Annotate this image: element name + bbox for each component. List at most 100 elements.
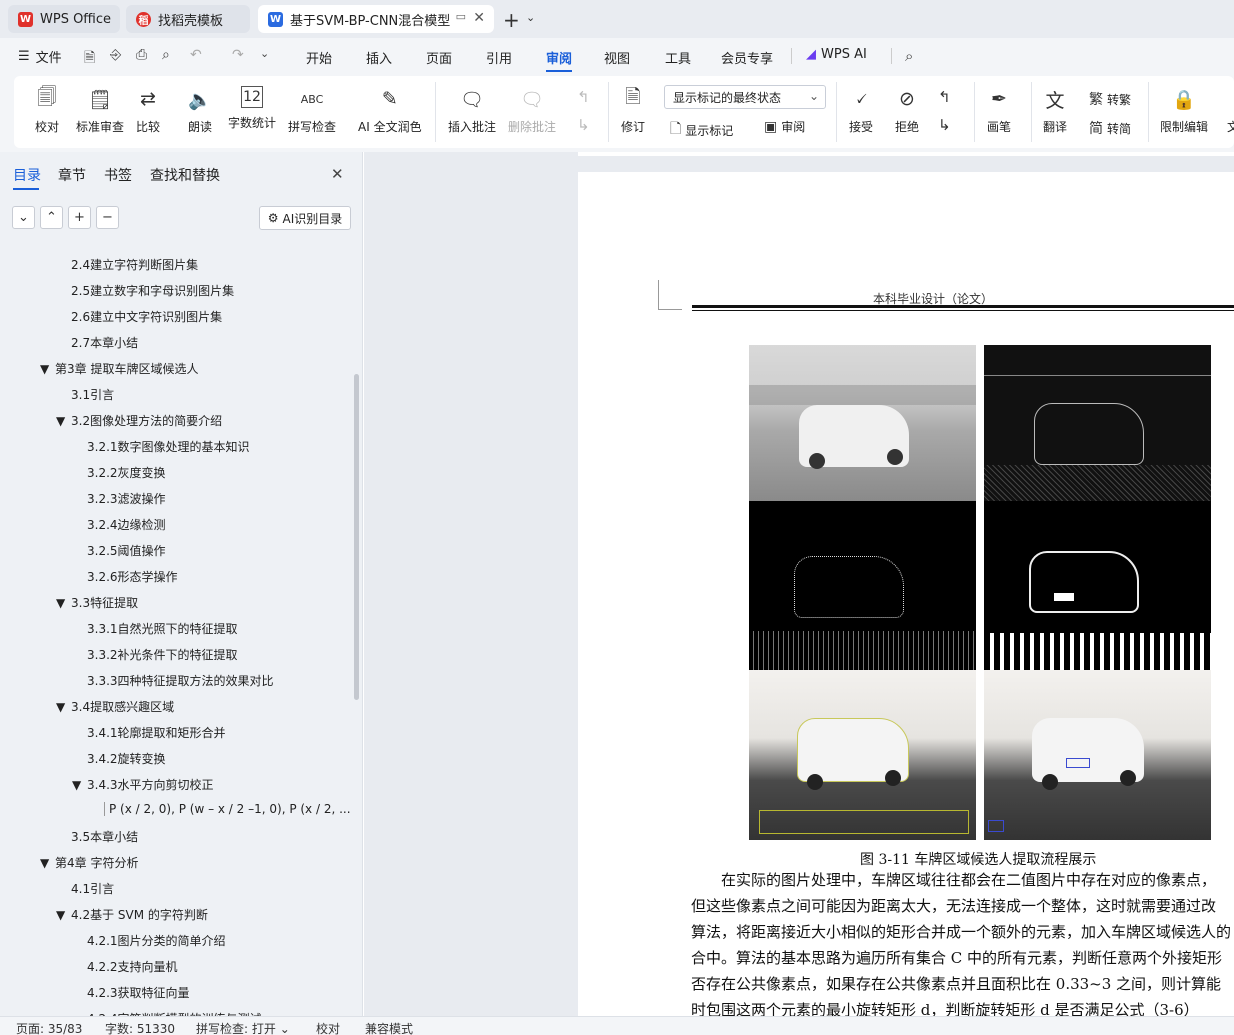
next-comment-icon[interactable]: ↳ <box>577 116 590 134</box>
toc-item[interactable]: 3.1引言 <box>71 386 114 403</box>
redo-icon[interactable]: ↷ <box>232 47 244 63</box>
toc-item[interactable]: 3.4提取感兴趣区域 <box>71 698 174 715</box>
nav-tab-sections[interactable]: 章节 <box>58 165 86 185</box>
toc-item[interactable]: 2.4建立字符判断图片集 <box>71 256 198 273</box>
compare-button[interactable]: ⇄ 比较 <box>135 86 161 135</box>
collapse-triangle-icon[interactable]: ▼ <box>40 856 49 870</box>
delete-comment-button[interactable]: 🗨 删除批注 <box>508 86 556 135</box>
toc-item[interactable]: 3.3特征提取 <box>71 594 138 611</box>
tab-wps-office[interactable]: W WPS Office <box>8 5 120 33</box>
monitor-icon[interactable]: ▭ <box>456 10 466 23</box>
to-traditional-button[interactable]: 繁转繁 <box>1089 89 1131 109</box>
toc-item[interactable]: 3.3.2补光条件下的特征提取 <box>87 646 238 663</box>
save-icon[interactable]: 🗎 <box>84 47 95 71</box>
tab-docer[interactable]: 稻 找稻壳模板 <box>126 5 250 33</box>
add-heading-button[interactable]: + <box>68 206 91 229</box>
proofread-status[interactable]: 校对 <box>316 1020 340 1035</box>
menu-insert[interactable]: 插入 <box>366 48 392 67</box>
close-pane-icon[interactable]: ✕ <box>331 165 344 183</box>
markup-state-select[interactable]: 显示标记的最终状态 ⌄ <box>664 85 826 109</box>
toc-item[interactable]: 2.5建立数字和字母识别图片集 <box>71 282 234 299</box>
toc-item[interactable]: 3.2.2灰度变换 <box>87 464 166 481</box>
toc-item[interactable]: 3.4.1轮廓提取和矩形合并 <box>87 724 226 741</box>
close-icon[interactable]: ✕ <box>473 10 485 26</box>
new-tab-plus-icon[interactable]: + <box>503 8 520 32</box>
toc-item[interactable]: 3.2.1数字图像处理的基本知识 <box>87 438 250 455</box>
menu-review[interactable]: 审阅 <box>546 48 572 67</box>
insert-comment-button[interactable]: 🗨 插入批注 <box>448 86 496 135</box>
toc-item[interactable]: 3.2.5阈值操作 <box>87 542 166 559</box>
menu-view[interactable]: 视图 <box>604 48 630 67</box>
print-preview-icon[interactable]: ⌕ <box>162 47 170 63</box>
collapse-triangle-icon[interactable]: ▼ <box>56 414 65 428</box>
toc-item[interactable]: 3.2.4边缘检测 <box>87 516 166 533</box>
toc-item[interactable]: 3.3.1自然光照下的特征提取 <box>87 620 238 637</box>
collapse-triangle-icon[interactable]: ▼ <box>56 596 65 610</box>
toc-item[interactable]: 4.2.2支持向量机 <box>87 958 178 975</box>
toc-item[interactable]: 3.4.3水平方向剪切校正 <box>87 776 214 793</box>
prev-comment-icon[interactable]: ↰ <box>577 88 590 106</box>
track-changes-button[interactable]: 🗎 修订 <box>620 86 646 135</box>
proofread-button[interactable]: 🗐 校对 <box>34 86 60 135</box>
nav-tab-toc[interactable]: 目录 <box>13 165 41 185</box>
toc-item[interactable]: 4.1引言 <box>71 880 114 897</box>
ai-polish-button[interactable]: ✎ AI 全文润色 <box>358 86 422 135</box>
translate-button[interactable]: 文翻译 <box>1042 86 1068 135</box>
toc-scrollbar[interactable] <box>354 374 359 700</box>
ai-toc-button[interactable]: ⚙ AI识别目录 <box>259 206 351 230</box>
collapse-triangle-icon[interactable]: ▼ <box>72 778 81 792</box>
prev-change-icon[interactable]: ↰ <box>938 88 951 106</box>
word-count-indicator[interactable]: 字数: 51330 <box>105 1020 175 1035</box>
wps-ai-menu[interactable]: ◢ WPS AI <box>806 47 867 62</box>
toc-item[interactable]: 第4章 字符分析 <box>55 854 138 871</box>
quick-access-more-icon[interactable]: ⌄ <box>260 47 269 60</box>
toc-item[interactable]: 3.4.2旋转变换 <box>87 750 166 767</box>
toc-item[interactable]: 2.6建立中文字符识别图片集 <box>71 308 222 325</box>
nav-tab-find-replace[interactable]: 查找和替换 <box>150 165 220 185</box>
menu-tools[interactable]: 工具 <box>665 48 691 67</box>
toc-item[interactable]: 3.5本章小结 <box>71 828 138 845</box>
search-icon[interactable]: ⌕ <box>905 47 913 65</box>
print-icon[interactable]: ⎙ <box>136 47 147 63</box>
toc-item[interactable]: 4.2基于 SVM 的字符判断 <box>71 906 208 923</box>
review-pane-button[interactable]: ▣ 审阅 <box>764 118 805 135</box>
menu-membership[interactable]: 会员专享 <box>721 48 773 67</box>
toc-item[interactable]: 第3章 提取车牌区域候选人 <box>55 360 198 377</box>
toc-item[interactable]: P (x / 2, 0), P (w – x / 2 –1, 0), P (x … <box>109 802 351 816</box>
spell-check-button[interactable]: ABC 拼写检查 <box>288 86 336 135</box>
nav-tab-bookmarks[interactable]: 书签 <box>104 165 132 185</box>
accept-button[interactable]: 🗸 接受 <box>848 86 874 135</box>
pen-button[interactable]: ✒ 画笔 <box>986 86 1012 135</box>
page-indicator[interactable]: 页面: 35/83 <box>16 1020 82 1035</box>
collapse-up-button[interactable]: ⌃ <box>40 206 63 229</box>
document-page[interactable]: 本科毕业设计（论文） 图 3-11 车牌区域候选人提取流程展示 在实际的图片处理… <box>578 172 1234 1022</box>
toc-item[interactable]: 3.3.3四种特征提取方法的效果对比 <box>87 672 274 689</box>
read-aloud-button[interactable]: 🔈 朗读 <box>187 86 213 135</box>
standard-review-button[interactable]: 🗒 标准审查 <box>76 86 124 135</box>
file-menu[interactable]: ☰ 文件 <box>18 47 62 66</box>
toc-item[interactable]: 4.2.1图片分类的简单介绍 <box>87 932 226 949</box>
toc-item[interactable]: 2.7本章小结 <box>71 334 138 351</box>
undo-icon[interactable]: ↶ <box>190 47 202 63</box>
remove-heading-button[interactable]: − <box>96 206 119 229</box>
word-count-button[interactable]: 12 字数统计 <box>228 86 276 131</box>
export-icon[interactable]: ⎆ <box>110 47 121 63</box>
reject-button[interactable]: ⊘ 拒绝 <box>894 86 920 135</box>
collapse-triangle-icon[interactable]: ▼ <box>40 362 49 376</box>
expand-down-button[interactable]: ⌄ <box>12 206 35 229</box>
toc-item[interactable]: 3.2.3滤波操作 <box>87 490 166 507</box>
collapse-triangle-icon[interactable]: ▼ <box>56 908 65 922</box>
toc-item[interactable]: 3.2.6形态学操作 <box>87 568 178 585</box>
menu-start[interactable]: 开始 <box>306 48 332 67</box>
next-change-icon[interactable]: ↳ <box>938 116 951 134</box>
tab-document[interactable]: W 基于SVM-BP-CNN混合模型 ▭ ✕ <box>258 5 494 33</box>
spell-check-status[interactable]: 拼写检查: 打开 ⌄ <box>196 1020 290 1035</box>
menu-references[interactable]: 引用 <box>486 48 512 67</box>
collapse-triangle-icon[interactable]: ▼ <box>56 700 65 714</box>
chevron-down-icon[interactable]: ⌄ <box>526 11 535 24</box>
show-markup-button[interactable]: 🗋 显示标记 <box>670 118 733 142</box>
restrict-editing-button[interactable]: 🔒 限制编辑 <box>1160 86 1208 135</box>
menu-page[interactable]: 页面 <box>426 48 452 67</box>
toc-item[interactable]: 3.2图像处理方法的简要介绍 <box>71 412 222 429</box>
toc-item[interactable]: 4.2.3获取特征向量 <box>87 984 190 1001</box>
